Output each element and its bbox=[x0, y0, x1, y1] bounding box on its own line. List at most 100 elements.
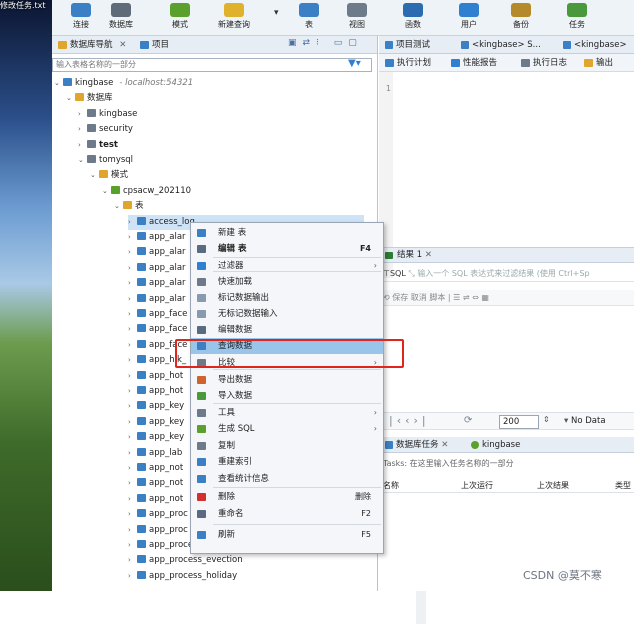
expand-arrow-icon[interactable]: › bbox=[128, 415, 137, 430]
tab-database-tasks[interactable]: 数据库任务 ✕ bbox=[383, 438, 448, 452]
column-type[interactable]: 类型 bbox=[615, 480, 631, 491]
tree-table-item[interactable]: › app_face bbox=[128, 307, 187, 322]
tree-table-item[interactable]: › app_alar bbox=[128, 245, 186, 260]
expand-arrow-icon[interactable]: › bbox=[128, 569, 137, 584]
tab-database-navigator[interactable]: 数据库导航 ✕ bbox=[56, 38, 126, 52]
expand-arrow-icon[interactable]: › bbox=[128, 553, 137, 568]
query-button[interactable]: 新建查询 bbox=[209, 0, 259, 36]
close-icon[interactable]: ✕ bbox=[119, 40, 126, 50]
tree-schema[interactable]: ⌄ cpsacw_202110 bbox=[102, 184, 191, 199]
menu-item-import-mark[interactable]: 无标记数据输入 bbox=[191, 306, 383, 322]
menu-item-edit[interactable]: 编辑 表 F4 bbox=[191, 241, 383, 257]
schema-button[interactable]: 模式 bbox=[155, 0, 205, 36]
menu-item-export[interactable]: 导出数据 bbox=[191, 372, 383, 388]
expand-arrow-icon[interactable]: › bbox=[128, 307, 137, 322]
menu-item-edit-data[interactable]: 编辑数据 bbox=[191, 322, 383, 338]
performance-report-button[interactable]: 性能报告 bbox=[449, 56, 497, 70]
tree-table-item[interactable]: › app_lab bbox=[128, 446, 182, 461]
navigator-view-controls[interactable]: ▣⇄⁝ ▭▢ bbox=[288, 38, 363, 48]
tab-result-1[interactable]: 结果 1 ✕ bbox=[385, 248, 432, 263]
table-button[interactable]: 表 bbox=[284, 0, 334, 36]
tree-database-security[interactable]: › security bbox=[78, 122, 133, 137]
expand-arrow-icon[interactable]: › bbox=[128, 507, 137, 522]
column-name[interactable]: 名称 bbox=[383, 480, 399, 491]
tree-table-item[interactable]: › app_alar bbox=[128, 292, 186, 307]
user-button[interactable]: 用户 bbox=[444, 0, 494, 36]
expand-arrow-icon[interactable]: › bbox=[128, 399, 137, 414]
view-button[interactable]: 视图 bbox=[332, 0, 382, 36]
tree-table-item[interactable]: › app_process_evection bbox=[128, 553, 243, 568]
expand-arrow-icon[interactable]: › bbox=[128, 476, 137, 491]
menu-item-rename[interactable]: 重命名 F2 bbox=[191, 506, 383, 522]
expand-arrow-icon[interactable]: › bbox=[128, 446, 137, 461]
menu-item-refresh[interactable]: 刷新 F5 bbox=[191, 527, 383, 543]
tree-table-item[interactable]: › app_face bbox=[128, 322, 187, 337]
menu-item-new-table[interactable]: 新建 表 bbox=[191, 225, 383, 241]
tree-table-item[interactable]: › app_proc bbox=[128, 523, 188, 538]
spinner-icon[interactable]: ⇕ bbox=[543, 415, 550, 424]
tree-table-item[interactable]: › app_alar bbox=[128, 261, 186, 276]
expand-arrow-icon[interactable]: ⌄ bbox=[54, 76, 63, 91]
expand-arrow-icon[interactable]: › bbox=[128, 492, 137, 507]
tree-table-item[interactable]: › app_alar bbox=[128, 230, 186, 245]
expand-arrow-icon[interactable]: ⌄ bbox=[78, 153, 87, 168]
expand-arrow-icon[interactable]: › bbox=[128, 230, 137, 245]
menu-item-reindex[interactable]: 重建索引 bbox=[191, 454, 383, 470]
database-button[interactable]: 数据库 bbox=[96, 0, 146, 36]
tree-root-connection[interactable]: ⌄ kingbase - localhost:54321 bbox=[54, 76, 193, 91]
execution-log-button[interactable]: 执行日志 bbox=[519, 56, 567, 70]
menu-item-wrench[interactable]: 工具 › bbox=[191, 405, 383, 421]
tree-table-item[interactable]: › app_key bbox=[128, 430, 184, 445]
tree-table-item[interactable]: › app_hot bbox=[128, 369, 183, 384]
tree-table-item[interactable]: › app_process_holiday bbox=[128, 569, 237, 584]
output-button[interactable]: 输出 bbox=[582, 56, 613, 70]
refresh-icon[interactable]: ⟳ bbox=[464, 415, 472, 426]
result-toolbar-buttons[interactable]: 保存 取消 脚本 bbox=[392, 293, 445, 302]
menu-item-export-mark[interactable]: 标记数据输出 bbox=[191, 290, 383, 306]
menu-item-import[interactable]: 导入数据 bbox=[191, 388, 383, 404]
tree-tables-folder[interactable]: ⌄ 表 bbox=[114, 199, 144, 214]
expand-arrow-icon[interactable]: › bbox=[78, 122, 87, 137]
tree-table-item[interactable]: › app_proc bbox=[128, 507, 188, 522]
expand-arrow-icon[interactable]: › bbox=[128, 338, 137, 353]
menu-item-clock[interactable]: 快速加载 bbox=[191, 274, 383, 290]
tree-table-item[interactable]: › app_not bbox=[128, 461, 183, 476]
function-button[interactable]: 函数 bbox=[388, 0, 438, 36]
result-filter-input[interactable]: 输入一个 SQL 表达式来过滤结果 (使用 Ctrl+Sp bbox=[417, 269, 589, 278]
tab-kingbase[interactable]: <kingbase> bbox=[561, 38, 627, 52]
expand-arrow-icon[interactable]: › bbox=[128, 523, 137, 538]
tree-table-item[interactable]: › app_hot bbox=[128, 384, 183, 399]
expand-arrow-icon[interactable]: › bbox=[78, 138, 87, 153]
table-filter-input[interactable]: 输入表格名称的一部分 bbox=[52, 58, 372, 72]
tab-kingbase-script[interactable]: <kingbase> S... bbox=[459, 38, 541, 52]
tree-schemas-folder[interactable]: ⌄ 模式 bbox=[90, 168, 128, 183]
execution-plan-button[interactable]: 执行计划 bbox=[383, 56, 431, 70]
tree-database-tomysql[interactable]: ⌄ tomysql bbox=[78, 153, 133, 168]
menu-item-sql[interactable]: 生成 SQL › bbox=[191, 421, 383, 437]
expand-arrow-icon[interactable]: › bbox=[128, 461, 137, 476]
tree-database-kingbase[interactable]: › kingbase bbox=[78, 107, 137, 122]
tree-table-item[interactable]: › app_alar bbox=[128, 276, 186, 291]
expand-arrow-icon[interactable]: ⌄ bbox=[114, 199, 123, 214]
tree-table-item[interactable]: › app_not bbox=[128, 492, 183, 507]
menu-item-copy[interactable]: 复制 bbox=[191, 438, 383, 454]
expand-arrow-icon[interactable]: ⌄ bbox=[66, 91, 75, 106]
menu-item-delete[interactable]: 删除 删除 bbox=[191, 489, 383, 505]
task-filter-input[interactable]: Tasks: 在这里输入任务名称的一部分 bbox=[383, 457, 634, 471]
expand-arrow-icon[interactable]: › bbox=[128, 276, 137, 291]
tree-table-item[interactable]: › app_key bbox=[128, 399, 184, 414]
filter-icon[interactable]: ▼▾ bbox=[348, 58, 361, 69]
expand-arrow-icon[interactable]: › bbox=[128, 292, 137, 307]
expand-arrow-icon[interactable]: › bbox=[128, 538, 137, 553]
task-button[interactable]: 任务 bbox=[552, 0, 602, 36]
expand-arrow-icon[interactable]: › bbox=[78, 107, 87, 122]
expand-arrow-icon[interactable]: › bbox=[128, 430, 137, 445]
expand-arrow-icon[interactable]: › bbox=[128, 245, 137, 260]
expand-arrow-icon[interactable]: › bbox=[128, 353, 137, 368]
expand-arrow-icon[interactable]: ⌄ bbox=[90, 168, 99, 183]
expand-arrow-icon[interactable]: ⌄ bbox=[102, 184, 111, 199]
page-nav-arrows[interactable]: |‹‹›| bbox=[389, 414, 430, 427]
page-size-input[interactable]: 200 bbox=[499, 415, 539, 429]
tab-kingbase-tasks[interactable]: kingbase bbox=[469, 438, 520, 452]
backup-button[interactable]: 备份 bbox=[496, 0, 546, 36]
